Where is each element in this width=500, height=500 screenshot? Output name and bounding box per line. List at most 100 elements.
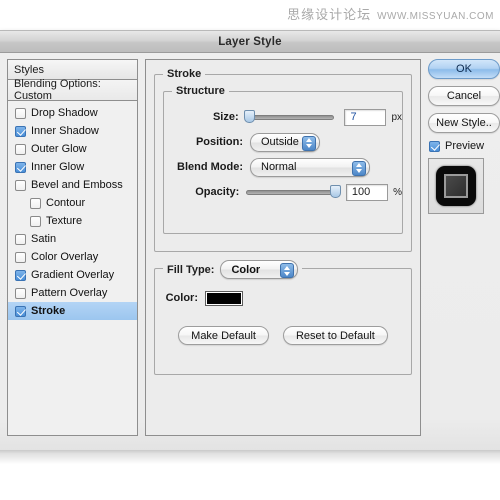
- stroke-group: Stroke Structure Size: 7 px Position: Ou…: [154, 68, 412, 252]
- color-swatch[interactable]: [205, 290, 243, 306]
- style-item-label: Outer Glow: [31, 143, 87, 155]
- style-list-item[interactable]: Texture: [8, 212, 137, 230]
- preview-checkbox[interactable]: [429, 140, 440, 152]
- style-list-item[interactable]: Color Overlay: [8, 248, 137, 266]
- style-enable-checkbox[interactable]: [15, 143, 26, 155]
- style-list-item[interactable]: Outer Glow: [8, 140, 137, 158]
- size-slider-thumb[interactable]: [244, 110, 256, 123]
- chevron-updown-icon[interactable]: [280, 263, 295, 278]
- position-value: Outside: [261, 136, 299, 148]
- reset-to-default-button[interactable]: Reset to Default: [282, 326, 388, 345]
- opacity-slider[interactable]: [246, 185, 341, 199]
- preview-shape-outer: [436, 166, 476, 206]
- style-list-item[interactable]: Drop Shadow: [8, 104, 137, 122]
- color-label: Color:: [165, 292, 198, 304]
- watermark-chinese-text: 思缘设计论坛: [287, 7, 372, 22]
- style-enable-checkbox[interactable]: [15, 161, 26, 173]
- style-enable-checkbox[interactable]: [15, 125, 26, 137]
- style-item-label: Satin: [31, 233, 57, 245]
- new-style-button[interactable]: New Style..: [428, 113, 500, 133]
- blend-mode-row: Blend Mode: Normal: [164, 156, 402, 178]
- size-row: Size: 7 px: [164, 106, 402, 128]
- styles-panel: Styles Blending Options: Custom Drop Sha…: [7, 59, 138, 436]
- style-item-label: Color Overlay: [31, 251, 99, 263]
- style-list-item[interactable]: Inner Glow: [8, 158, 137, 176]
- opacity-row: Opacity: 100 %: [164, 181, 402, 203]
- style-enable-checkbox[interactable]: [15, 107, 26, 119]
- style-enable-checkbox[interactable]: [30, 215, 41, 227]
- cancel-button[interactable]: Cancel: [428, 86, 500, 106]
- size-slider-track: [245, 114, 335, 120]
- dialog-body: Styles Blending Options: Custom Drop Sha…: [0, 53, 500, 450]
- style-enable-checkbox[interactable]: [15, 233, 26, 245]
- style-list-item[interactable]: Contour: [8, 194, 137, 212]
- style-item-label: Inner Glow: [31, 161, 85, 173]
- preview-label: Preview: [445, 140, 485, 152]
- style-enable-checkbox[interactable]: [15, 251, 26, 263]
- dialog-titlebar[interactable]: Layer Style: [0, 31, 500, 53]
- stroke-group-legend: Stroke: [163, 68, 206, 80]
- style-item-label: Stroke: [31, 305, 66, 317]
- blending-options-row[interactable]: Blending Options: Custom: [8, 78, 137, 102]
- style-list-item[interactable]: Pattern Overlay: [8, 284, 137, 302]
- blend-mode-label: Blend Mode:: [177, 161, 243, 173]
- style-enable-checkbox[interactable]: [30, 197, 41, 209]
- make-default-label: Make Default: [191, 329, 256, 342]
- opacity-input[interactable]: 100: [345, 183, 389, 201]
- opacity-slider-track: [246, 189, 336, 195]
- size-value: 7: [350, 111, 357, 123]
- dialog-title: Layer Style: [218, 35, 282, 48]
- structure-group: Structure Size: 7 px Position: Outside B…: [163, 85, 403, 234]
- style-enable-checkbox[interactable]: [15, 305, 26, 317]
- preview-toggle-row[interactable]: Preview: [429, 140, 500, 152]
- preview-shape-inner: [444, 174, 468, 198]
- opacity-slider-thumb[interactable]: [329, 185, 341, 198]
- styles-panel-header[interactable]: Styles: [8, 60, 137, 80]
- watermark: 思缘设计论坛 WWW.MISSYUAN.COM: [287, 4, 494, 23]
- blend-mode-value: Normal: [261, 161, 297, 173]
- chevron-updown-icon[interactable]: [352, 160, 366, 176]
- chevron-updown-icon[interactable]: [302, 135, 316, 151]
- blend-mode-dropdown[interactable]: Normal: [250, 157, 370, 177]
- style-item-label: Bevel and Emboss: [31, 179, 123, 191]
- default-buttons-row: Make Default Reset to Default: [146, 326, 420, 345]
- right-button-column: OK Cancel New Style.. Preview: [428, 59, 500, 214]
- layer-style-dialog: Layer Style Styles Blending Options: Cus…: [0, 30, 500, 450]
- make-default-button[interactable]: Make Default: [178, 326, 269, 345]
- size-label: Size:: [212, 111, 239, 123]
- position-row: Position: Outside: [164, 131, 402, 153]
- size-input[interactable]: 7: [344, 108, 387, 126]
- ok-label: OK: [456, 63, 472, 75]
- preview-thumbnail: [428, 158, 484, 214]
- style-list-item[interactable]: Inner Shadow: [8, 122, 137, 140]
- window-bottom-edge: [0, 450, 500, 464]
- styles-header-label: Styles: [14, 63, 44, 76]
- size-slider[interactable]: [244, 110, 335, 124]
- new-style-label: New Style..: [436, 117, 492, 129]
- reset-to-default-label: Reset to Default: [295, 329, 375, 342]
- position-dropdown[interactable]: Outside: [250, 132, 320, 152]
- opacity-label: Opacity:: [195, 186, 240, 198]
- style-list-item[interactable]: Gradient Overlay: [8, 266, 137, 284]
- style-list-item[interactable]: Bevel and Emboss: [8, 176, 137, 194]
- structure-group-legend: Structure: [172, 85, 229, 97]
- style-item-label: Pattern Overlay: [31, 287, 108, 299]
- fill-type-dropdown[interactable]: Color: [220, 260, 299, 279]
- fill-type-value: Color: [231, 263, 261, 276]
- blending-options-label: Blending Options: Custom: [14, 78, 101, 102]
- watermark-url-text: WWW.MISSYUAN.COM: [377, 11, 494, 22]
- fill-type-label: Fill Type:: [167, 263, 215, 276]
- size-unit: px: [391, 111, 403, 123]
- style-list-item[interactable]: Stroke: [8, 302, 137, 320]
- style-item-label: Contour: [46, 197, 86, 209]
- screenshot-root: 思缘设计论坛 WWW.MISSYUAN.COM Layer Style Styl…: [0, 0, 500, 500]
- fill-type-legend: Fill Type: Color: [163, 260, 303, 279]
- style-item-label: Gradient Overlay: [31, 269, 115, 281]
- style-list-item[interactable]: Satin: [8, 230, 137, 248]
- style-item-label: Inner Shadow: [31, 125, 99, 137]
- style-item-label: Drop Shadow: [31, 107, 98, 119]
- style-enable-checkbox[interactable]: [15, 179, 26, 191]
- ok-button[interactable]: OK: [428, 59, 500, 79]
- style-enable-checkbox[interactable]: [15, 287, 26, 299]
- style-enable-checkbox[interactable]: [15, 269, 26, 281]
